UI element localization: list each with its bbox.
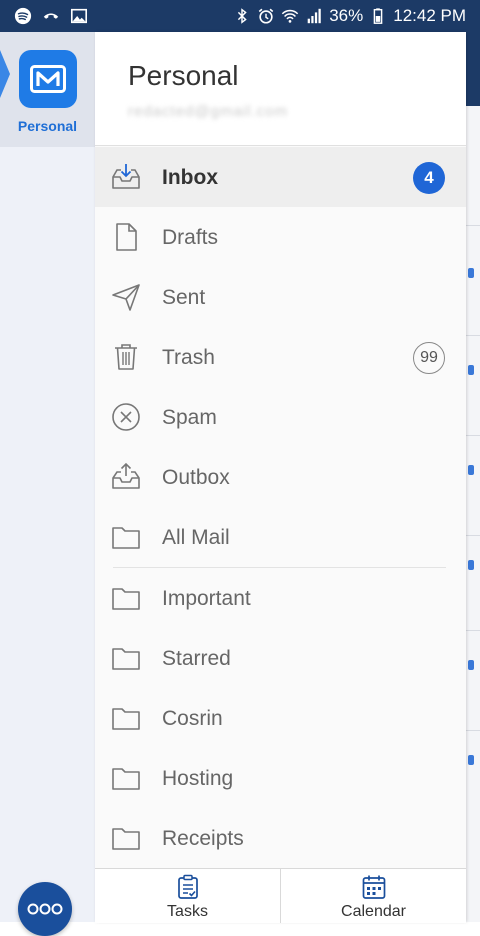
folder-label: Inbox (162, 166, 218, 189)
folder-item-outbox[interactable]: Outbox (95, 447, 466, 507)
folder-icon (112, 768, 140, 790)
envelope-icon (30, 65, 66, 93)
account-email: redacted@gmail.com (128, 103, 288, 120)
folder-icon (112, 527, 140, 549)
mail-app-icon (19, 50, 77, 108)
folder-label: Outbox (162, 466, 230, 489)
background-divider (466, 630, 480, 631)
folder-item-drafts[interactable]: Drafts (95, 207, 466, 267)
alarm-icon (258, 8, 274, 24)
background-dot (468, 660, 474, 670)
tasks-icon (177, 874, 198, 899)
status-bar-right: 36% 12:42 PM (233, 6, 466, 26)
background-divider (466, 335, 480, 336)
folder-item-starred[interactable]: Starred (95, 628, 466, 688)
account-rail: Personal (0, 32, 96, 936)
folder-label: Sent (162, 286, 206, 309)
folder-label: Cosrin (162, 707, 223, 730)
folder-item-all-mail[interactable]: All Mail (95, 507, 466, 567)
tasks-button[interactable]: Tasks (95, 869, 280, 923)
background-divider (466, 435, 480, 436)
wifi-icon (282, 9, 299, 23)
background-dot (468, 755, 474, 765)
status-bar-left (14, 7, 88, 25)
battery-percent: 36% (329, 6, 364, 25)
folder-label: Spam (162, 406, 217, 429)
background-dot (468, 560, 474, 570)
trash-icon (115, 344, 137, 370)
account-name: Personal (128, 60, 239, 91)
folder-label: All Mail (162, 526, 230, 549)
folder-label: Hosting (162, 767, 234, 790)
tasks-label: Tasks (167, 903, 208, 920)
draft-icon (116, 223, 137, 251)
background-header (466, 32, 480, 106)
folder-label: Trash (162, 346, 215, 369)
folder-item-hosting[interactable]: Hosting (95, 748, 466, 808)
drawer-header: Personal redacted@gmail.com (95, 32, 466, 146)
folder-item-important[interactable]: Important (95, 568, 466, 628)
trash-count-badge: 99 (413, 342, 445, 374)
folder-icon (112, 648, 140, 670)
unread-count-badge: 4 (413, 162, 445, 194)
phone-call-icon (43, 13, 59, 19)
more-dots-icon (27, 903, 63, 915)
account-label: Personal (17, 118, 78, 134)
more-accounts-button[interactable] (18, 882, 72, 936)
gallery-icon (70, 8, 88, 24)
background-divider (466, 225, 480, 226)
folder-icon (112, 828, 140, 850)
folder-label: Starred (162, 647, 231, 670)
signal-icon (307, 8, 321, 24)
calendar-label: Calendar (341, 903, 406, 920)
folder-item-trash[interactable]: Trash 99 (95, 327, 466, 387)
folder-list: Inbox 4 Drafts Sent Trash 99 Spam Outbox… (95, 147, 466, 868)
outbox-icon (112, 462, 140, 489)
bluetooth-icon (238, 8, 247, 24)
folder-label: Important (162, 587, 251, 610)
folder-item-inbox[interactable]: Inbox 4 (95, 147, 466, 207)
inbox-icon (112, 164, 140, 189)
battery-icon (373, 8, 383, 24)
navigation-drawer: Personal redacted@gmail.com Inbox 4 Draf… (95, 32, 466, 923)
spam-icon (112, 403, 140, 431)
folder-item-sent[interactable]: Sent (95, 267, 466, 327)
folder-icon (112, 708, 140, 730)
background-dot (468, 465, 474, 475)
folder-item-cosrin[interactable]: Cosrin (95, 688, 466, 748)
bottom-bar: Tasks Calendar (95, 868, 466, 923)
active-account-marker (0, 50, 10, 98)
background-divider (466, 535, 480, 536)
calendar-icon (362, 875, 385, 899)
folder-item-receipts[interactable]: Receipts (95, 808, 466, 868)
background-dot (468, 268, 474, 278)
sent-icon (112, 284, 140, 311)
background-dot (468, 365, 474, 375)
account-personal[interactable]: Personal (0, 32, 95, 147)
calendar-button[interactable]: Calendar (280, 869, 466, 923)
folder-item-spam[interactable]: Spam (95, 387, 466, 447)
folder-icon (112, 588, 140, 610)
folder-label: Drafts (162, 226, 219, 249)
background-content (466, 32, 480, 922)
folder-label: Receipts (162, 827, 244, 850)
status-bar: 36% 12:42 PM (0, 0, 480, 32)
clock: 12:42 PM (393, 6, 466, 25)
background-divider (466, 730, 480, 731)
spotify-icon (14, 7, 32, 25)
